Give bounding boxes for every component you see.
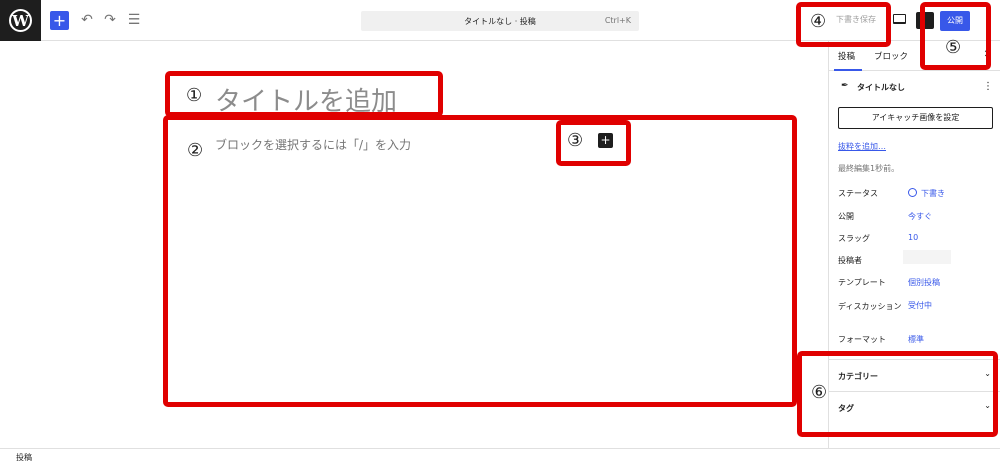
categories-panel[interactable]: カテゴリー ⌄ — [829, 359, 1000, 391]
document-overview-icon[interactable]: ☰ — [125, 11, 143, 29]
post-title-input[interactable]: タイトルを追加 — [215, 81, 397, 118]
tab-post[interactable]: 投稿 — [838, 50, 855, 62]
redo-icon[interactable]: ↷ — [101, 11, 119, 29]
wordpress-icon: W — [9, 9, 32, 32]
chevron-down-icon: ⌄ — [984, 401, 991, 410]
meta-label-slug: スラッグ — [838, 234, 870, 243]
publish-button[interactable]: 公開 — [940, 11, 970, 31]
meta-label-discussion: ディスカッション — [838, 302, 902, 311]
meta-label-format: フォーマット — [838, 335, 886, 344]
last-edited-text: 最終編集1秒前。 — [838, 164, 900, 173]
panel-title-categories: カテゴリー — [838, 372, 878, 381]
post-actions-icon[interactable]: ⋮ — [983, 81, 993, 92]
tab-block[interactable]: ブロック — [874, 50, 908, 62]
options-more-icon[interactable]: ⋮ — [982, 12, 994, 26]
inline-block-inserter-button[interactable]: + — [598, 133, 613, 148]
default-block-appender[interactable]: ブロックを選択するには「/」を入力 — [215, 136, 411, 153]
annotation-number-6: ⑥ — [811, 382, 828, 403]
editor-footer: 投稿 — [0, 448, 1000, 463]
close-icon[interactable]: ✕ — [984, 49, 992, 60]
meta-value-format[interactable]: 標準 — [908, 334, 924, 345]
add-excerpt-link[interactable]: 抜粋を追加… — [838, 141, 886, 152]
meta-label-author: 投稿者 — [838, 256, 862, 265]
author-select[interactable] — [903, 250, 951, 264]
annotation-number-1: ① — [186, 85, 203, 106]
panel-title-tags: タグ — [838, 404, 854, 413]
annotation-number-4: ④ — [810, 11, 827, 32]
command-palette-bar[interactable]: タイトルなし · 投稿 Ctrl+K — [361, 11, 639, 31]
preview-device-icon[interactable] — [893, 14, 906, 24]
wordpress-block-editor: W + ↶ ↷ ☰ タイトルなし · 投稿 Ctrl+K 下書き保存 公開 ⋮ … — [0, 0, 1000, 463]
editor-canvas: タイトルを追加 ブロックを選択するには「/」を入力 + — [0, 41, 828, 448]
draft-status-icon — [908, 188, 917, 197]
sidebar-tabs: 投稿 ブロック ✕ — [829, 41, 1000, 71]
set-featured-image-button[interactable]: アイキャッチ画像を設定 — [838, 107, 993, 129]
annotation-number-2: ② — [187, 140, 204, 161]
block-breadcrumb[interactable]: 投稿 — [16, 452, 32, 463]
meta-value-slug[interactable]: 10 — [908, 233, 918, 242]
meta-value-discussion[interactable]: 受付中 — [908, 300, 932, 311]
annotation-number-3: ③ — [567, 130, 584, 151]
save-draft-button[interactable]: 下書き保存 — [836, 14, 876, 25]
editor-header: W + ↶ ↷ ☰ タイトルなし · 投稿 Ctrl+K 下書き保存 公開 ⋮ — [0, 0, 1000, 41]
post-name: タイトルなし — [857, 83, 905, 92]
wordpress-logo[interactable]: W — [0, 0, 41, 41]
status-value: 下書き — [921, 189, 945, 198]
meta-value-publish[interactable]: 今すぐ — [908, 211, 932, 222]
meta-value-status[interactable]: 下書き — [908, 188, 945, 199]
chevron-down-icon: ⌄ — [984, 369, 991, 378]
annotation-number-5: ⑤ — [945, 37, 962, 58]
meta-label-publish: 公開 — [838, 212, 854, 221]
meta-value-template[interactable]: 個別投稿 — [908, 277, 940, 288]
undo-icon[interactable]: ↶ — [78, 11, 96, 29]
meta-label-status: ステータス — [838, 189, 878, 198]
meta-label-template: テンプレート — [838, 278, 886, 287]
block-inserter-toggle[interactable]: + — [50, 11, 69, 30]
settings-sidebar-icon[interactable] — [916, 12, 934, 29]
active-tab-indicator — [834, 69, 862, 71]
document-title: タイトルなし · 投稿 — [464, 17, 536, 26]
settings-sidebar: 投稿 ブロック ✕ ✒ タイトルなし ⋮ アイキャッチ画像を設定 抜粋を追加… … — [828, 41, 1000, 448]
command-shortcut: Ctrl+K — [604, 16, 631, 25]
tags-panel[interactable]: タグ ⌄ — [829, 391, 1000, 423]
post-type-icon: ✒ — [841, 81, 849, 91]
